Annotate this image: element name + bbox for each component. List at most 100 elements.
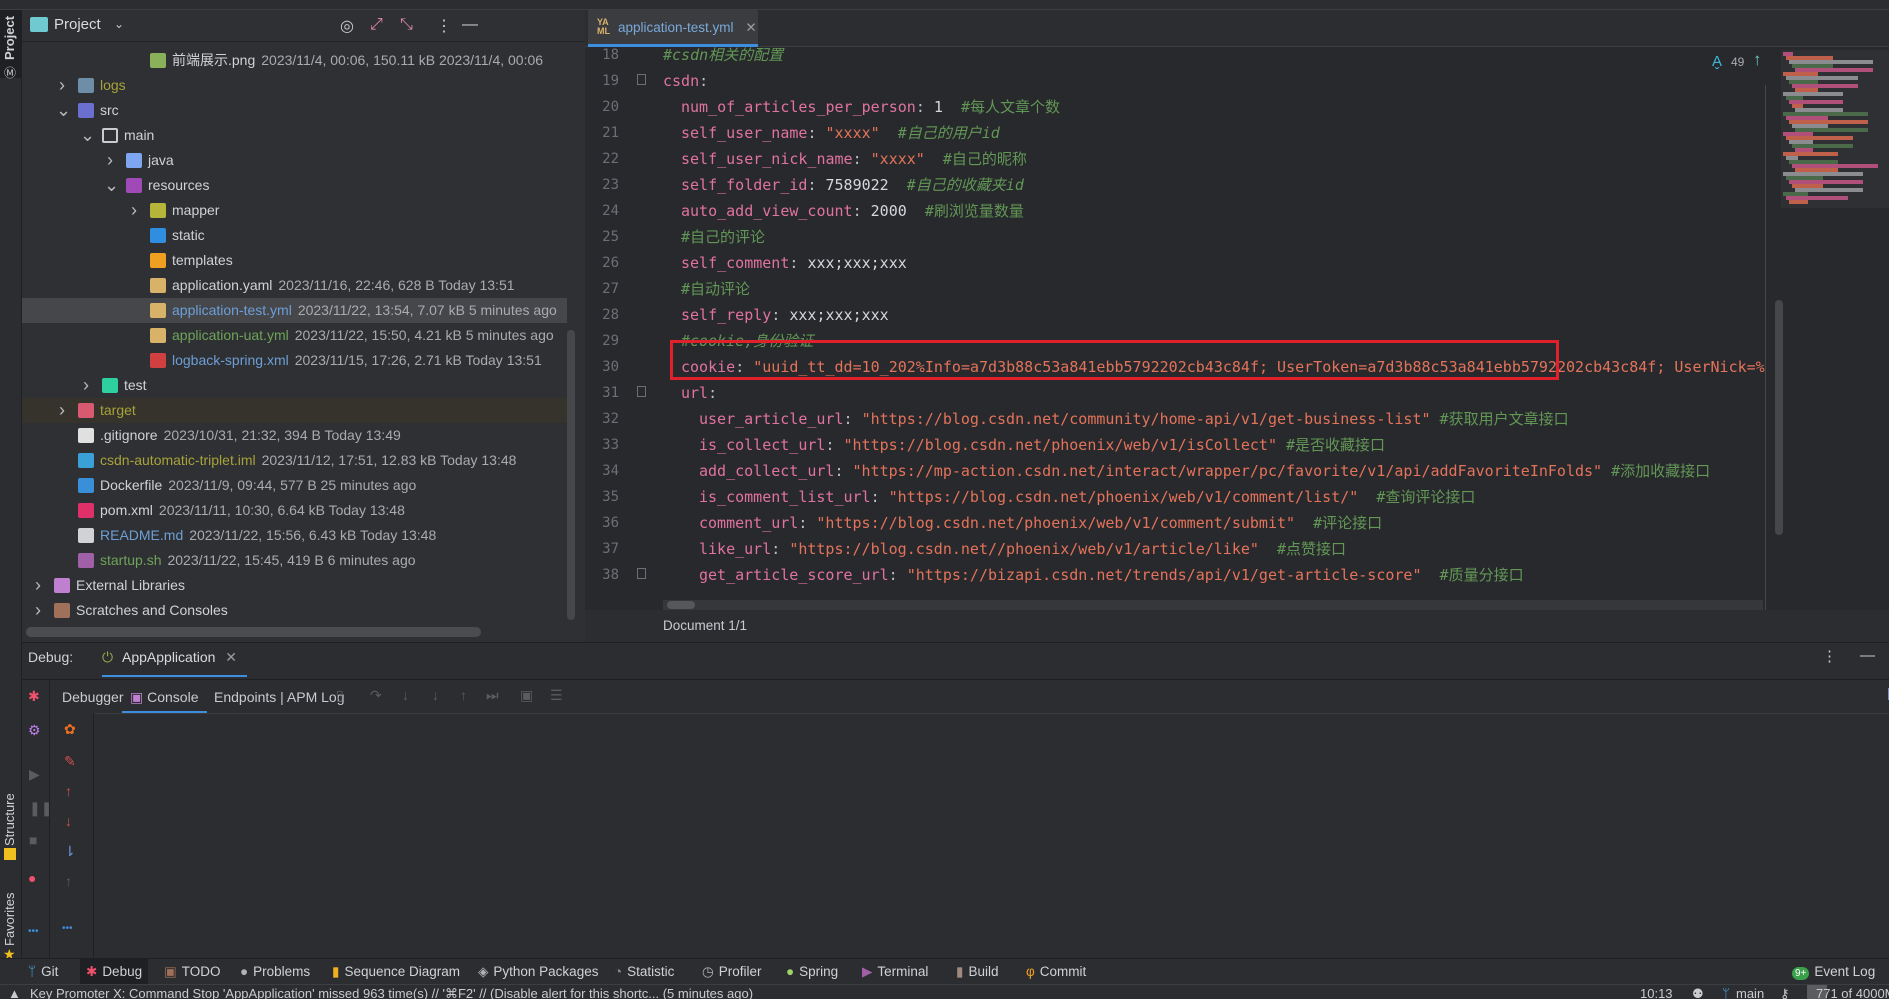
- tool-window-todo[interactable]: ▣ TODO: [158, 959, 227, 985]
- tool-window-git[interactable]: ᛘ Git: [22, 959, 64, 985]
- step-out-icon[interactable]: ↑: [460, 687, 467, 703]
- code-area[interactable]: #csdn相关的配置 csdn: num_of_articles_per_perso…: [585, 10, 1765, 600]
- favorites-tool-button[interactable]: Favorites ★: [0, 870, 22, 965]
- code-line[interactable]: url:: [681, 380, 717, 406]
- chevron-right-icon[interactable]: ›: [104, 148, 116, 173]
- close-run-tab-icon[interactable]: ✕: [225, 649, 237, 665]
- tree-item[interactable]: README.md 2023/11/22, 15:56, 6.43 kB Toda…: [22, 523, 567, 548]
- tree-item[interactable]: pom.xml 2023/11/11, 10:30, 6.64 kB Today …: [22, 498, 567, 523]
- code-line[interactable]: comment_url: "https://blog.csdn.net/phoe…: [699, 510, 1382, 536]
- code-line[interactable]: #自动评论: [681, 276, 750, 302]
- tree-item[interactable]: 前端展示.png 2023/11/4, 00:06, 150.11 kB 2023…: [22, 48, 567, 73]
- code-line[interactable]: #csdn相关的配置: [663, 42, 783, 68]
- pause-icon[interactable]: ❚❚: [29, 800, 52, 817]
- tree-item[interactable]: csdn-automatic-triplet.iml 2023/11/12, 17…: [22, 448, 567, 473]
- tree-item[interactable]: templates: [22, 248, 567, 273]
- tab-debugger[interactable]: Debugger: [62, 689, 124, 705]
- code-line[interactable]: num_of_articles_per_person: 1 #每人文章个数: [681, 94, 1060, 120]
- tree-item[interactable]: startup.sh 2023/11/22, 15:45, 419 B 6 min…: [22, 548, 567, 573]
- previous-highlight-icon[interactable]: ↑: [1753, 50, 1762, 70]
- tree-item[interactable]: .gitignore 2023/10/31, 21:32, 394 B Today…: [22, 423, 567, 448]
- tree-item[interactable]: ⌄ resources: [22, 173, 567, 198]
- up-arrow-icon[interactable]: ↑: [65, 783, 72, 799]
- code-line[interactable]: user_article_url: "https://blog.csdn.net…: [699, 406, 1569, 432]
- console-output[interactable]: [94, 713, 1889, 961]
- restore-layout-icon[interactable]: ▯: [336, 687, 344, 704]
- more-options-icon[interactable]: ⋮: [1822, 647, 1837, 665]
- code-line[interactable]: get_article_score_url: "https://bizapi.c…: [699, 562, 1524, 588]
- code-line[interactable]: is_comment_list_url: "https://blog.csdn.…: [699, 484, 1475, 510]
- inspection-count[interactable]: 49: [1731, 55, 1744, 69]
- tree-item[interactable]: ⌄ main: [22, 123, 567, 148]
- chevron-right-icon[interactable]: ›: [128, 198, 140, 223]
- step-into-icon[interactable]: ↓: [402, 687, 409, 703]
- code-line[interactable]: auto_add_view_count: 2000 #刷浏览量数量: [681, 198, 1024, 224]
- run-to-cursor-icon[interactable]: ⏭: [486, 687, 499, 704]
- more-icon[interactable]: •••: [28, 926, 39, 937]
- chevron-right-icon[interactable]: ›: [32, 598, 44, 623]
- tree-item[interactable]: › target: [22, 398, 567, 423]
- code-line[interactable]: self_user_name: "xxxx" #自己的用户id: [681, 120, 1000, 146]
- scroll-up-icon[interactable]: ↑: [65, 873, 72, 889]
- expand-all-icon[interactable]: ⤢: [370, 16, 383, 34]
- settings-icon[interactable]: ⚙: [28, 722, 41, 739]
- people-icon[interactable]: ⚉: [1692, 985, 1704, 999]
- fold-marker-icon[interactable]: [637, 386, 646, 397]
- hide-panel-icon[interactable]: —: [1860, 647, 1875, 664]
- tree-item[interactable]: application.yaml 2023/11/16, 22:46, 628 B…: [22, 273, 567, 298]
- code-line[interactable]: self_reply: xxx;xxx;xxx: [681, 302, 889, 328]
- horizontal-scrollbar[interactable]: [26, 627, 481, 637]
- locate-file-icon[interactable]: ◎: [340, 16, 354, 36]
- tree-item[interactable]: › mapper: [22, 198, 567, 223]
- event-log-button[interactable]: 9+ Event Log: [1792, 959, 1875, 985]
- editor-horizontal-scrollbar[interactable]: [663, 600, 1763, 610]
- structure-tool-button[interactable]: Structure: [0, 770, 22, 870]
- tool-window-sequence-diagram[interactable]: ▮ Sequence Diagram: [326, 959, 466, 985]
- code-line[interactable]: #自己的评论: [681, 224, 765, 250]
- chevron-right-icon[interactable]: ›: [80, 373, 92, 398]
- tab-console[interactable]: ▣ Console: [122, 680, 207, 713]
- editor-vertical-scrollbar[interactable]: [1775, 300, 1783, 535]
- tool-window-problems[interactable]: ● Problems: [234, 959, 316, 985]
- chevron-right-icon[interactable]: ›: [56, 73, 68, 98]
- chevron-right-icon[interactable]: ›: [56, 398, 68, 423]
- tree-item[interactable]: application-uat.yml 2023/11/22, 15:50, 4.…: [22, 323, 567, 348]
- tool-window-profiler[interactable]: ◷ Profiler: [696, 959, 768, 985]
- more-options-icon[interactable]: ⋮: [436, 16, 452, 36]
- spellcheck-icon[interactable]: A̬: [1712, 53, 1722, 70]
- hide-panel-icon[interactable]: —: [462, 16, 478, 34]
- chevron-down-icon[interactable]: ⌄: [114, 17, 124, 31]
- list-icon[interactable]: ☰: [550, 687, 563, 704]
- vertical-scrollbar[interactable]: [567, 330, 575, 620]
- run-config-tab[interactable]: ⏻ AppApplication ✕: [102, 643, 248, 677]
- fold-marker-icon[interactable]: [637, 74, 646, 85]
- code-line[interactable]: is_collect_url: "https://blog.csdn.net/p…: [699, 432, 1385, 458]
- tree-item[interactable]: › logs: [22, 73, 567, 98]
- bug-icon[interactable]: ✱: [28, 688, 40, 705]
- project-tool-button[interactable]: Project Ⓜ: [0, 10, 22, 80]
- tool-window-debug[interactable]: ✱ Debug: [80, 959, 149, 985]
- document-indicator[interactable]: Document 1/1: [663, 618, 747, 633]
- project-view-selector[interactable]: Project: [54, 16, 101, 33]
- tool-window-statistic[interactable]: ◔ Statistic: [608, 959, 680, 985]
- tool-window-terminal[interactable]: ▶ Terminal: [856, 959, 934, 985]
- tree-item[interactable]: › java: [22, 148, 567, 173]
- tree-item[interactable]: › External Libraries: [22, 573, 567, 598]
- apm-icon[interactable]: ✿: [64, 721, 76, 738]
- cursor-position[interactable]: 10:13: [1640, 985, 1673, 999]
- tool-window-commit[interactable]: φ Commit: [1020, 959, 1092, 985]
- code-line[interactable]: self_comment: xxx;xxx;xxx: [681, 250, 907, 276]
- tool-window-build[interactable]: ▮ Build: [950, 959, 1004, 985]
- resume-icon[interactable]: ▶: [29, 766, 40, 783]
- git-branch[interactable]: main: [1736, 985, 1764, 999]
- stop-icon[interactable]: ■: [29, 832, 37, 848]
- chevron-right-icon[interactable]: ›: [32, 573, 44, 598]
- tree-item[interactable]: ⌄ src: [22, 98, 567, 123]
- minimap[interactable]: [1781, 50, 1889, 208]
- chevron-down-icon[interactable]: ⌄: [80, 123, 95, 148]
- scroll-thumb[interactable]: [667, 601, 695, 609]
- step-over-icon[interactable]: ↷: [370, 687, 382, 704]
- tool-window-python-packages[interactable]: ◈ Python Packages: [472, 959, 604, 985]
- code-line[interactable]: csdn:: [663, 68, 708, 94]
- more-icon[interactable]: •••: [62, 923, 73, 934]
